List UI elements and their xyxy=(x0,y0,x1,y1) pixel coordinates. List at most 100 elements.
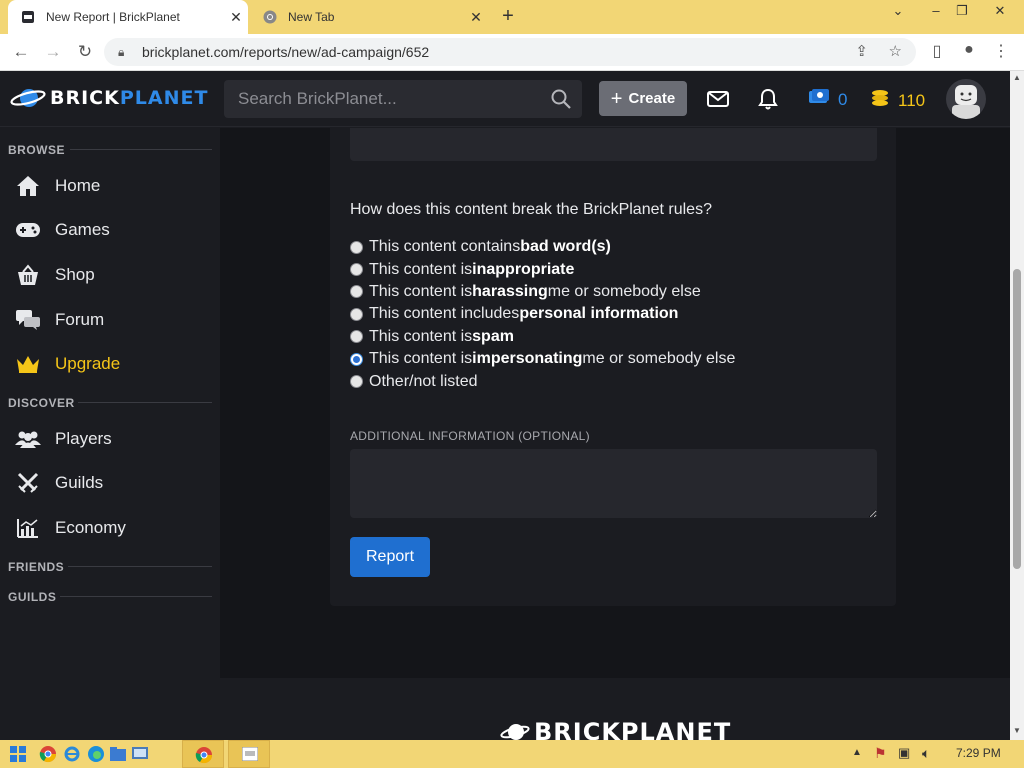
taskbar-chrome-active[interactable] xyxy=(182,740,224,768)
reason-option-personal-information[interactable]: This content includes personal informati… xyxy=(350,303,735,325)
sidebar-item-home[interactable]: Home xyxy=(14,171,100,201)
option-suffix: me or somebody else xyxy=(582,350,736,368)
tab-title: New Tab xyxy=(288,10,335,24)
restore-icon[interactable]: ❐ xyxy=(946,0,978,24)
brickplanet-logo[interactable]: BRICKPLANET xyxy=(10,85,208,111)
new-tab-button[interactable]: + xyxy=(496,5,520,29)
radio-button[interactable] xyxy=(350,285,363,299)
basket-icon xyxy=(14,263,42,287)
sidebar-item-label: Forum xyxy=(55,310,105,329)
windows-start-icon[interactable] xyxy=(8,744,28,764)
scroll-up-icon[interactable]: ▲ xyxy=(1013,73,1021,82)
sidebar-item-players[interactable]: Players xyxy=(14,424,112,454)
sidebar-item-games[interactable]: Games xyxy=(14,215,110,245)
divider xyxy=(70,149,212,150)
radio-button[interactable] xyxy=(350,330,363,344)
main-content: How does this content break the BrickPla… xyxy=(220,128,1010,740)
back-icon[interactable]: ← xyxy=(8,40,34,66)
reason-option-harassing[interactable]: This content is harassing me or somebody… xyxy=(350,281,735,303)
site-header: BRICKPLANET + Create 0 110 xyxy=(0,71,1010,127)
scroll-down-icon[interactable]: ▼ xyxy=(1013,726,1021,735)
reason-option-other[interactable]: Other/not listed xyxy=(350,370,735,392)
option-bold: personal information xyxy=(519,305,679,323)
bookmark-star-icon[interactable]: ☆ xyxy=(889,42,902,60)
radio-button-selected[interactable] xyxy=(350,352,363,366)
sidebar-item-label: Guilds xyxy=(55,473,104,492)
tab-new-tab[interactable]: New Tab ✕ xyxy=(250,0,488,34)
search-box xyxy=(224,80,582,118)
sidebar-item-upgrade[interactable]: Upgrade xyxy=(14,349,120,379)
show-hidden-icons[interactable]: ▲ xyxy=(852,747,862,758)
chrome-icon[interactable] xyxy=(38,744,58,764)
messages-icon[interactable] xyxy=(706,87,730,111)
credits-balance[interactable]: 0 xyxy=(808,88,847,111)
side-panel-icon[interactable]: ▯ xyxy=(926,41,948,61)
radio-button[interactable] xyxy=(350,263,363,277)
logo-text-planet: PLANET xyxy=(119,87,209,109)
network-icon[interactable]: ▣ xyxy=(898,745,910,761)
control-panel-icon[interactable] xyxy=(130,744,150,764)
option-bold: bad word(s) xyxy=(520,238,611,256)
forward-icon[interactable]: → xyxy=(40,40,66,66)
create-button[interactable]: + Create xyxy=(599,81,687,116)
close-tab-icon[interactable]: ✕ xyxy=(224,9,248,26)
close-tab-icon[interactable]: ✕ xyxy=(464,9,488,26)
option-text: This content is xyxy=(369,260,473,278)
reason-option-spam[interactable]: This content is spam xyxy=(350,326,735,348)
bits-balance[interactable]: 110 xyxy=(870,88,925,113)
url-field[interactable]: 🔒︎ brickplanet.com/reports/new/ad-campai… xyxy=(104,38,916,66)
sidebar-item-economy[interactable]: Economy xyxy=(14,513,126,543)
divider xyxy=(60,596,212,597)
option-text: This content contains xyxy=(369,238,521,256)
chrome-favicon xyxy=(262,9,278,25)
taskbar-app-button[interactable] xyxy=(228,740,270,768)
sidebar: BROWSE Home Games Shop Forum Upgrade DIS… xyxy=(0,128,220,740)
volume-icon[interactable]: 🔈︎ xyxy=(922,745,930,762)
notifications-icon[interactable] xyxy=(756,87,780,111)
address-bar-row: ← → ↻ 🔒︎ brickplanet.com/reports/new/ad-… xyxy=(0,34,1024,71)
report-button[interactable]: Report xyxy=(350,537,430,577)
tab-new-report[interactable]: New Report | BrickPlanet ✕ xyxy=(8,0,248,34)
sidebar-item-guilds[interactable]: Guilds xyxy=(14,468,103,498)
reason-option-inappropriate[interactable]: This content is inappropriate xyxy=(350,258,735,280)
page-scrollbar[interactable]: ▲ ▼ xyxy=(1010,71,1024,740)
credits-icon xyxy=(808,88,830,111)
profile-icon[interactable]: ● xyxy=(958,41,980,59)
chat-icon xyxy=(14,308,42,332)
site-footer: BRICKPLANET xyxy=(220,678,1010,740)
sidebar-item-forum[interactable]: Forum xyxy=(14,305,104,335)
tab-title: New Report | BrickPlanet xyxy=(46,10,180,24)
sidebar-item-shop[interactable]: Shop xyxy=(14,260,95,290)
scrollbar-thumb[interactable] xyxy=(1013,269,1021,569)
top-field[interactable] xyxy=(350,128,877,161)
reload-icon[interactable]: ↻ xyxy=(72,40,98,66)
additional-info-textarea[interactable] xyxy=(350,449,877,518)
radio-button[interactable] xyxy=(350,375,363,389)
plus-icon: + xyxy=(610,87,623,110)
brickplanet-favicon xyxy=(20,9,36,25)
radio-button[interactable] xyxy=(350,307,363,321)
flag-icon[interactable]: ⚑ xyxy=(874,745,887,762)
footer-logo[interactable]: BRICKPLANET xyxy=(500,718,731,740)
internet-explorer-icon[interactable] xyxy=(62,744,82,764)
reason-option-bad-words[interactable]: This content contains bad word(s) xyxy=(350,236,735,258)
option-bold: spam xyxy=(472,327,514,345)
edge-icon[interactable] xyxy=(86,744,106,764)
option-text: Other/not listed xyxy=(369,372,478,390)
avatar[interactable] xyxy=(946,79,986,119)
planet-logo-icon xyxy=(10,85,46,111)
close-window-icon[interactable]: ✕ xyxy=(984,0,1016,24)
search-input[interactable] xyxy=(238,89,538,109)
share-icon[interactable]: ⇪ xyxy=(855,42,868,60)
search-icon[interactable] xyxy=(550,88,572,110)
reason-option-impersonating[interactable]: This content is impersonating me or some… xyxy=(350,348,735,370)
file-explorer-icon[interactable] xyxy=(108,744,128,764)
tab-search-icon[interactable]: ⌄ xyxy=(882,0,914,24)
rules-question: How does this content break the BrickPla… xyxy=(350,201,712,218)
sidebar-section-friends: FRIENDS xyxy=(8,560,65,574)
report-form-card: How does this content break the BrickPla… xyxy=(330,128,896,606)
menu-icon[interactable]: ⋮ xyxy=(990,41,1012,61)
divider xyxy=(78,402,212,403)
radio-button[interactable] xyxy=(350,240,363,254)
taskbar-clock[interactable]: 7:29 PM xyxy=(956,746,1001,760)
